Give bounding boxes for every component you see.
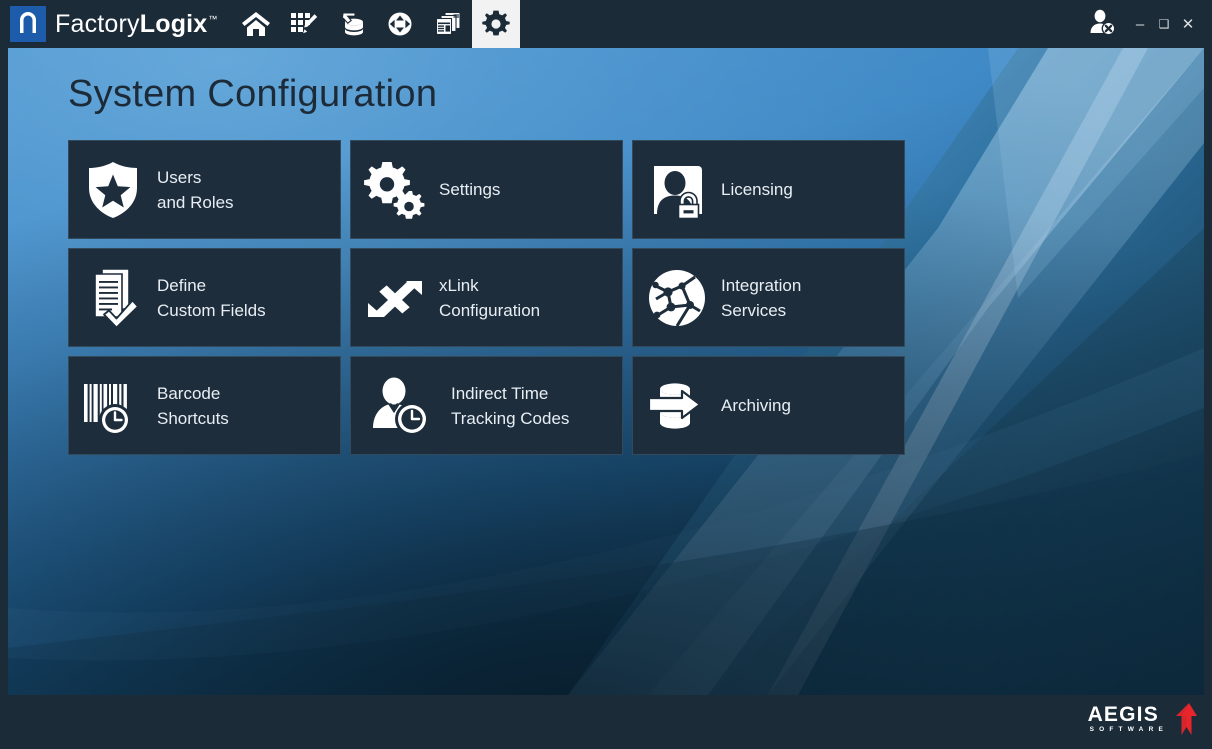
tile-barcode-shortcuts[interactable]: Barcode Shortcuts bbox=[68, 356, 341, 455]
factorylogix-window: FactoryLogix™ bbox=[0, 0, 1212, 749]
tile-integration-services[interactable]: Integration Services bbox=[632, 248, 905, 347]
user-logout-icon bbox=[1087, 7, 1117, 42]
materials-icon bbox=[337, 10, 367, 38]
factorylogix-logo-icon bbox=[10, 6, 46, 42]
nav-process-designer-button[interactable] bbox=[280, 0, 328, 48]
main-content-area: System Configuration Users and Roles bbox=[8, 48, 1204, 695]
app-title-bold: Logix bbox=[140, 10, 208, 38]
shield-star-icon bbox=[69, 157, 157, 223]
minimize-button[interactable]: – bbox=[1128, 11, 1152, 37]
network-globe-icon bbox=[633, 265, 721, 331]
xlink-icon bbox=[351, 265, 439, 331]
tile-label: Integration Services bbox=[721, 273, 809, 323]
aegis-arrow-icon bbox=[1172, 702, 1198, 741]
tile-label: Settings bbox=[439, 177, 508, 202]
app-title: FactoryLogix™ bbox=[55, 12, 218, 37]
maximize-button[interactable]: ❑ bbox=[1152, 11, 1176, 37]
window-buttons: – ❑ ✕ bbox=[1128, 11, 1200, 37]
main-navigation bbox=[232, 0, 520, 48]
tile-label: Licensing bbox=[721, 177, 801, 202]
document-check-icon bbox=[69, 265, 157, 331]
tile-settings[interactable]: Settings bbox=[350, 140, 623, 239]
window-controls-area: – ❑ ✕ bbox=[1082, 0, 1212, 48]
nav-system-configuration-button[interactable] bbox=[472, 0, 520, 48]
tile-label: Indirect Time Tracking Codes bbox=[451, 381, 577, 431]
page-title: System Configuration bbox=[68, 73, 437, 116]
tile-xlink-configuration[interactable]: xLink Configuration bbox=[350, 248, 623, 347]
aegis-brand-tagline: SOFTWARE bbox=[1088, 725, 1168, 735]
title-bar: FactoryLogix™ bbox=[0, 0, 1212, 48]
tile-label: Define Custom Fields bbox=[157, 273, 274, 323]
aegis-wordmark: AEGIS SOFTWARE bbox=[1088, 705, 1168, 735]
aegis-logo: AEGIS SOFTWARE bbox=[1088, 705, 1198, 741]
nav-production-button[interactable] bbox=[376, 0, 424, 48]
tile-label: Barcode Shortcuts bbox=[157, 381, 237, 431]
tile-define-custom-fields[interactable]: Define Custom Fields bbox=[68, 248, 341, 347]
person-clock-icon bbox=[351, 373, 451, 439]
process-designer-icon bbox=[289, 10, 319, 38]
production-icon bbox=[385, 10, 415, 38]
nav-reports-button[interactable] bbox=[424, 0, 472, 48]
nav-home-button[interactable] bbox=[232, 0, 280, 48]
tile-users-and-roles[interactable]: Users and Roles bbox=[68, 140, 341, 239]
database-arrow-icon bbox=[633, 373, 721, 439]
barcode-clock-icon bbox=[69, 373, 157, 439]
app-title-light: Factory bbox=[55, 10, 140, 38]
aegis-brand-name: AEGIS bbox=[1088, 705, 1168, 725]
tile-label: Archiving bbox=[721, 393, 799, 418]
user-logout-button[interactable] bbox=[1082, 4, 1122, 44]
tile-indirect-time-tracking-codes[interactable]: Indirect Time Tracking Codes bbox=[350, 356, 623, 455]
reports-icon bbox=[433, 10, 463, 38]
configuration-tile-grid: Users and Roles Settings bbox=[68, 140, 913, 455]
tile-licensing[interactable]: Licensing bbox=[632, 140, 905, 239]
trademark-symbol: ™ bbox=[208, 14, 217, 24]
tile-archiving[interactable]: Archiving bbox=[632, 356, 905, 455]
footer-bar: AEGIS SOFTWARE bbox=[0, 695, 1212, 749]
tile-label: Users and Roles bbox=[157, 165, 242, 215]
person-lock-icon bbox=[633, 157, 721, 223]
home-icon bbox=[241, 10, 271, 38]
gears-icon bbox=[351, 157, 439, 223]
close-button[interactable]: ✕ bbox=[1176, 11, 1200, 37]
tile-label: xLink Configuration bbox=[439, 273, 548, 323]
nav-materials-button[interactable] bbox=[328, 0, 376, 48]
gear-icon bbox=[480, 8, 512, 40]
app-logo: FactoryLogix™ bbox=[0, 0, 218, 48]
